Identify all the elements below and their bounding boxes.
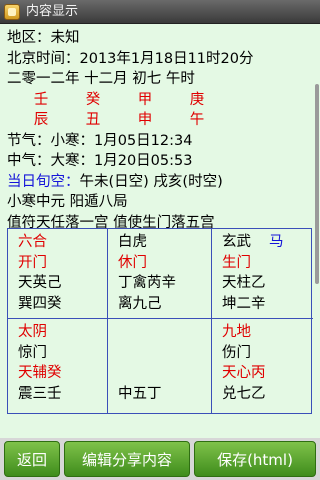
palace-name: 巽四癸 xyxy=(18,295,62,312)
folder-icon xyxy=(4,3,20,20)
day-stem: 甲 xyxy=(137,91,153,108)
door: 休门 xyxy=(118,254,147,271)
month-branch: 丑 xyxy=(85,112,101,128)
save-html-button[interactable]: 保存(html) xyxy=(194,441,316,477)
year-stem: 壬 xyxy=(33,91,49,108)
palace-name: 中五丁 xyxy=(118,385,162,402)
palace-kun: 玄武 马 生门 天柱乙 坤二辛 xyxy=(212,229,313,319)
palace-center: _ _ _ 中五丁 xyxy=(108,319,212,413)
palace-name: 离九己 xyxy=(118,295,162,312)
hour-stem: 庚 xyxy=(189,91,205,108)
day-branch: 申 xyxy=(137,112,153,128)
star: 天心丙 xyxy=(222,365,266,381)
back-button[interactable]: 返回 xyxy=(4,441,60,477)
door: 生门 xyxy=(222,254,251,271)
door: 惊门 xyxy=(18,344,47,361)
month-stem: 癸 xyxy=(85,91,101,108)
yuan-ju-line: 小寒中元 阳遁八局 xyxy=(7,194,128,210)
palace-zhen: 太阴 惊门 天辅癸 震三壬 xyxy=(8,319,108,413)
palace-dui: 九地 伤门 天心丙 兑七乙 xyxy=(212,319,313,413)
pillars-branches: 辰丑申午 xyxy=(7,110,320,131)
star: 天英己 xyxy=(18,275,62,291)
zhongqi-line: 中气：大寒：1月20日05:53 xyxy=(7,153,193,169)
area-line: 地区：未知 xyxy=(7,30,80,46)
horse-marker: 马 xyxy=(269,234,284,250)
star: 天辅癸 xyxy=(18,365,62,381)
year-branch: 辰 xyxy=(33,112,49,128)
pillars-stems: 壬癸甲庚 xyxy=(7,90,320,111)
deity-row: 玄武 马 xyxy=(222,232,313,253)
door: 伤门 xyxy=(222,344,251,361)
door: 开门 xyxy=(18,254,47,271)
deity: 太阴 xyxy=(18,324,47,340)
palace-name: 坤二辛 xyxy=(222,295,266,312)
lunar-date-line: 二零一二年 十二月 初七 午时 xyxy=(7,71,195,87)
palace-grid: 六合 开门 天英己 巽四癸 白虎 休门 丁禽芮辛 离九己 玄武 马 生门 天柱乙 … xyxy=(7,228,313,414)
edit-share-button[interactable]: 编辑分享内容 xyxy=(64,441,190,477)
palace-li: 白虎 休门 丁禽芮辛 离九己 xyxy=(108,229,212,319)
deity: 六合 xyxy=(18,234,47,250)
xunkong-line: 当日旬空：午未(日空) 戌亥(时空) xyxy=(7,172,320,193)
deity: 白虎 xyxy=(118,234,147,250)
xunkong-value: 午未(日空) 戌亥(时空) xyxy=(79,173,223,190)
hour-branch: 午 xyxy=(189,112,205,128)
title-bar: 内容显示 xyxy=(0,0,320,24)
star: 天柱乙 xyxy=(222,275,266,291)
jieqi-line: 节气：小寒：1月05日12:34 xyxy=(7,132,193,149)
window-title: 内容显示 xyxy=(26,3,79,19)
palace-name: 震三壬 xyxy=(18,385,62,402)
xunkong-label: 当日旬空： xyxy=(7,173,80,190)
beijing-time-line: 北京时间：2013年1月18日11时20分 xyxy=(7,50,254,67)
deity: 九地 xyxy=(222,324,251,340)
deity: 玄武 xyxy=(222,234,251,250)
star: 丁禽芮辛 xyxy=(118,275,176,291)
button-bar: 返回 编辑分享内容 保存(html) xyxy=(0,438,320,480)
palace-xun: 六合 开门 天英己 巽四癸 xyxy=(8,229,108,319)
palace-name: 兑七乙 xyxy=(222,385,266,402)
scrollbar[interactable] xyxy=(315,84,319,284)
